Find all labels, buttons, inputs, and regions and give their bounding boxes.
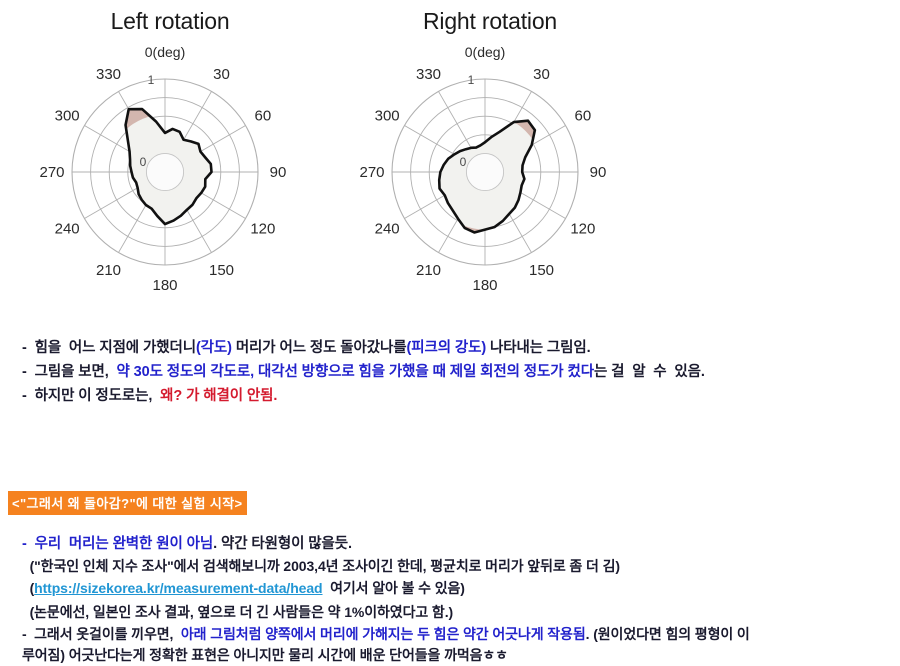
note-line-japanese-paper: (논문에선, 일본인 조사 결과, 옆으로 더 긴 사람들은 약 1%이하였다고… (22, 602, 454, 622)
angle-zero-label: 0(deg) (465, 44, 505, 60)
right-polar-plot: 30 60 90 120 150 180 210 240 270 300 330 0(deg) 1 0 (359, 44, 607, 294)
note-why-seg-0: - 하지만 이 정도로는, (22, 388, 161, 404)
note-force-angle-seg-4: 나타내는 그림임. (486, 340, 591, 356)
angle-tick-60: 60 (575, 108, 592, 125)
angle-tick-150: 150 (529, 262, 554, 279)
left-rotation-chart: Left rotation 30 60 90 120 150 180 210 240 270 30… (20, 0, 320, 320)
angle-tick-270: 270 (359, 164, 384, 181)
note-line-hanger-forces: - 그래서 옷걸이를 끼우면, 아래 그림처럼 양쪽에서 머리에 가해지는 두 … (22, 624, 750, 644)
note-30deg-seg-1: 약 30도 정도의 각도로, 대각선 방향으로 힘을 가했을 때 제일 회전의 … (116, 364, 595, 380)
angle-zero-label: 0(deg) (145, 44, 185, 60)
note-line-force-angle: - 힘을 어느 지점에 가했더니(각도) 머리가 어느 정도 돌아갔나를(피크의… (22, 336, 591, 357)
angle-tick-330: 330 (416, 66, 441, 83)
note-physics-seg-0: 루어짐) 어긋난다는게 정확한 표현은 아니지만 물리 시간에 배운 단어들을 … (22, 647, 508, 663)
note-line-head-not-circle: - 우리 머리는 완벽한 원이 아님. 약간 타원형이 많을듯. (22, 532, 352, 553)
note-line-korean-body-survey: ("한국인 인체 지수 조사"에서 검색해보니까 2003,4년 조사이긴 한데… (22, 556, 620, 576)
angle-tick-300: 300 (375, 108, 400, 125)
sizekorea-head-link[interactable]: https://sizekorea.kr/measurement-data/he… (34, 580, 322, 596)
angle-tick-300: 300 (55, 108, 80, 125)
note-force-angle-seg-0: - 힘을 어느 지점에 가했더니 (22, 340, 196, 356)
radial-max-label: 1 (468, 73, 475, 87)
angle-tick-180: 180 (472, 277, 497, 294)
angle-tick-330: 330 (96, 66, 121, 83)
radial-max-label: 1 (148, 73, 155, 87)
left-polar-plot: 30 60 90 120 150 180 210 240 270 300 330 0(deg) 1 0 (39, 44, 287, 294)
note-not-circle-seg-0: - 우리 머리는 완벽한 원이 아님 (22, 536, 214, 552)
angle-tick-60: 60 (255, 108, 272, 125)
note-hanger-seg-2: . (원이었다면 힘의 평형이 이 (585, 626, 750, 642)
note-not-circle-seg-1: . 약간 타원형이 많을듯. (213, 536, 352, 552)
note-hanger-seg-1: 아래 그림처럼 양쪽에서 머리에 가해지는 두 힘은 약간 어긋나게 작용됨 (180, 626, 586, 642)
note-force-angle-seg-2: 머리가 어느 정도 돌아갔나를 (231, 340, 407, 356)
angle-tick-180: 180 (152, 277, 177, 294)
link-line-suffix: 여기서 알아 볼 수 있음) (322, 580, 465, 596)
radial-min-label: 0 (460, 155, 467, 169)
experiment-start-heading: <"그래서 왜 돌아감?"에 대한 실험 시작> (8, 491, 247, 515)
note-why-seg-1: 왜? 가 해결이 안됨. (160, 388, 278, 404)
angle-tick-270: 270 (39, 164, 64, 181)
angle-tick-240: 240 (375, 221, 400, 238)
left-chart-title: Left rotation (110, 8, 230, 34)
radial-min-label: 0 (140, 155, 147, 169)
angle-tick-30: 30 (533, 66, 550, 83)
angle-tick-120: 120 (570, 221, 595, 238)
center-hub (145, 152, 185, 192)
note-30deg-seg-2: 는 걸 알 수 있음. (593, 364, 705, 380)
note-hanger-seg-0: - 그래서 옷걸이를 끼우면, (22, 626, 181, 642)
right-rotation-chart: Right rotation 30 60 90 120 150 180 210 240 270 3… (340, 0, 640, 320)
note-line-physics-terms: 루어짐) 어긋난다는게 정확한 표현은 아니지만 물리 시간에 배운 단어들을 … (22, 645, 508, 665)
angle-tick-210: 210 (96, 262, 121, 279)
angle-tick-150: 150 (209, 262, 234, 279)
polar-charts-figure: Left rotation 30 60 90 120 150 180 210 240 270 30… (0, 0, 900, 320)
note-force-angle-seg-1: (각도) (195, 340, 232, 356)
note-line-sizekorea-link: (https://sizekorea.kr/measurement-data/h… (22, 578, 465, 598)
note-30deg-seg-0: - 그림을 보면, (22, 364, 117, 380)
angle-tick-210: 210 (416, 262, 441, 279)
note-line-30deg-observation: - 그림을 보면, 약 30도 정도의 각도로, 대각선 방향으로 힘을 가했을… (22, 360, 705, 381)
link-line-prefix: ( (22, 580, 35, 596)
note-line-why-unresolved: - 하지만 이 정도로는, 왜? 가 해결이 안됨. (22, 384, 277, 405)
angle-tick-90: 90 (590, 164, 607, 181)
center-hub (465, 152, 505, 192)
angle-tick-30: 30 (213, 66, 230, 83)
note-paper-seg-0: (논문에선, 일본인 조사 결과, 옆으로 더 긴 사람들은 약 1%이하였다고… (22, 604, 454, 620)
angle-tick-90: 90 (270, 164, 287, 181)
right-chart-title: Right rotation (423, 8, 557, 34)
note-survey-seg-0: ("한국인 인체 지수 조사"에서 검색해보니까 2003,4년 조사이긴 한데… (22, 558, 620, 574)
note-force-angle-seg-3: (피크의 강도) (406, 340, 487, 356)
angle-tick-240: 240 (55, 221, 80, 238)
angle-tick-120: 120 (250, 221, 275, 238)
